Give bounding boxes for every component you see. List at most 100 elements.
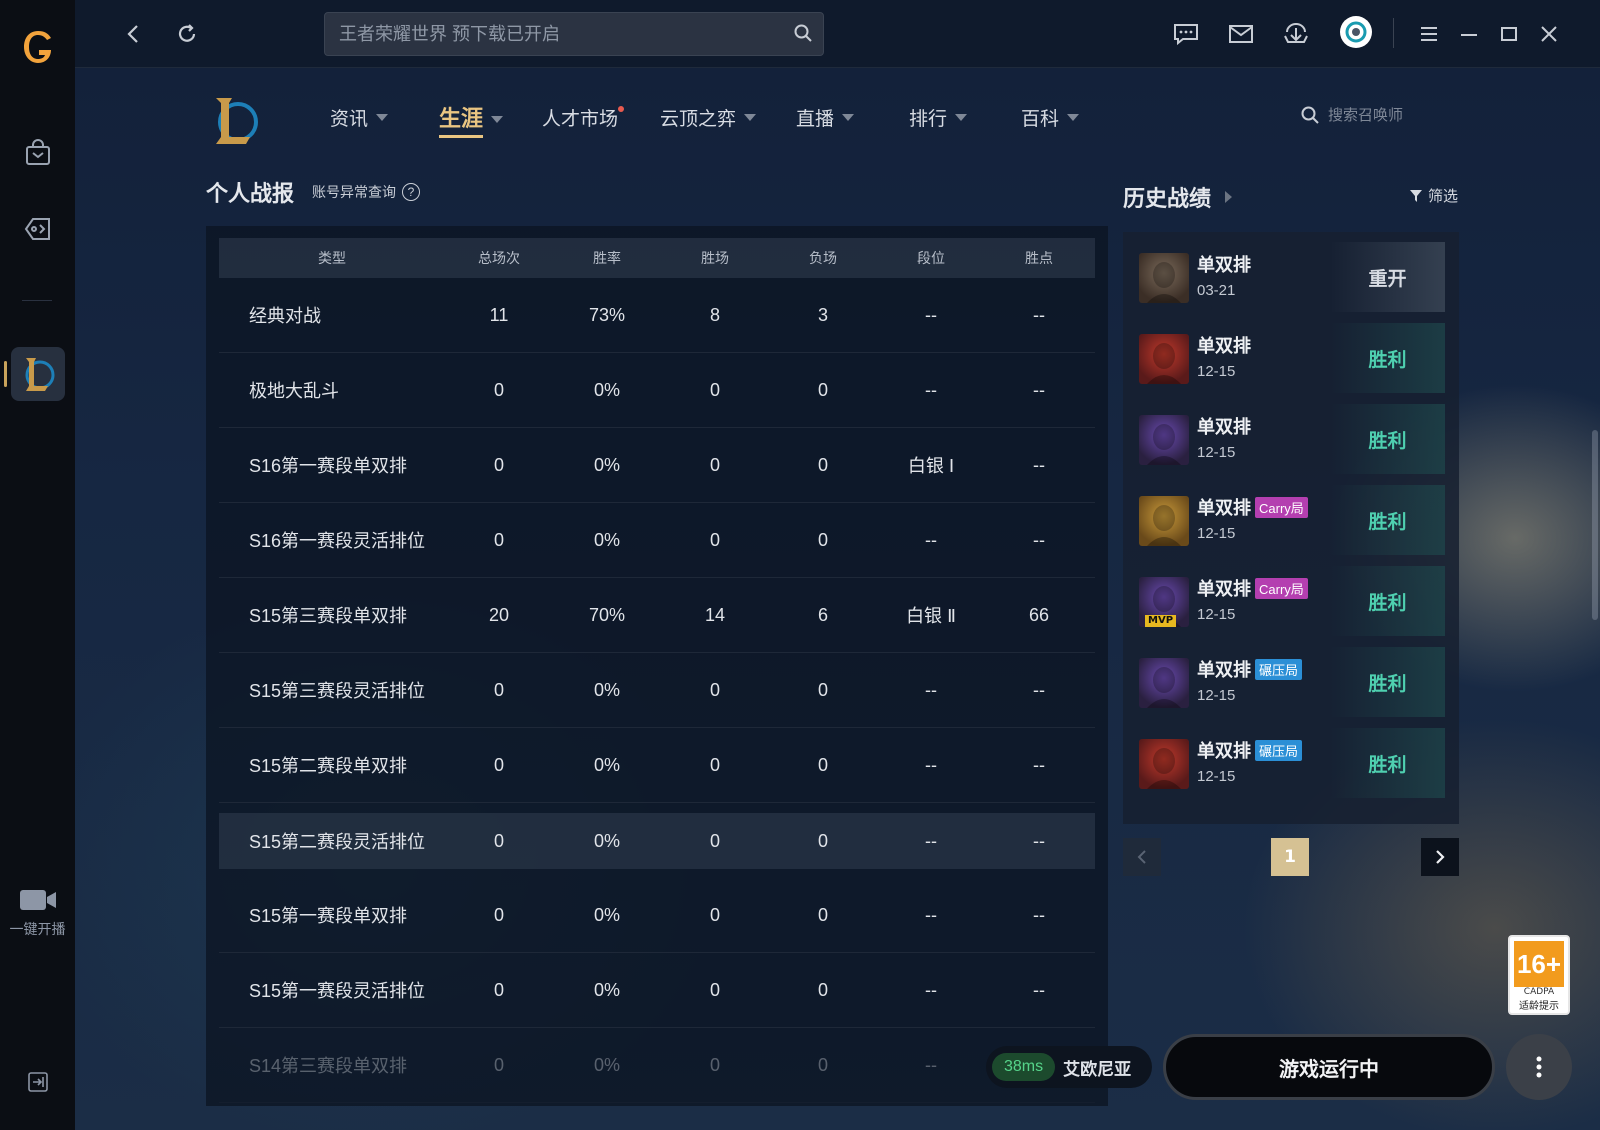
table-cell: 0 [493, 1054, 504, 1075]
nav-career[interactable]: 生涯 [439, 101, 504, 138]
match-tag: 碾压局 [1255, 658, 1303, 680]
mvp-badge: MVP [1145, 615, 1177, 627]
nav-tft[interactable]: 云顶之弈 [660, 104, 757, 131]
table-cell: 0% [593, 679, 620, 700]
champion-portrait [1139, 496, 1189, 546]
table-cell: 0 [493, 830, 504, 851]
table-row[interactable]: 经典对战 11 73% 8 3 -- -- [219, 278, 1095, 353]
match-history-item[interactable]: 单双排 12-15 胜利 [1139, 404, 1445, 474]
lol-game-tile[interactable] [0, 346, 75, 402]
nav-news[interactable]: 资讯 [330, 104, 389, 131]
lol-logo-icon[interactable] [210, 92, 260, 150]
row-type-cell: 极地大乱斗 [249, 381, 339, 401]
user-avatar[interactable] [1340, 16, 1372, 48]
table-row[interactable]: 极地大乱斗 0 0% 0 0 -- -- [219, 353, 1095, 428]
back-icon[interactable] [117, 18, 149, 50]
table-cell: 0% [593, 379, 620, 400]
global-search-input[interactable] [339, 23, 759, 45]
col-header: 胜点 [1025, 250, 1053, 266]
table-cell: 14 [704, 604, 726, 625]
search-icon[interactable] [793, 23, 813, 47]
table-cell: -- [1033, 679, 1045, 700]
table-row[interactable]: S16第一赛段灵活排位 0 0% 0 0 -- -- [219, 503, 1095, 578]
match-result: 胜利 [1330, 728, 1445, 798]
table-cell: -- [1033, 904, 1045, 925]
history-title[interactable]: 历史战绩 [1123, 181, 1233, 213]
col-header: 负场 [809, 250, 837, 266]
help-icon[interactable]: ? [402, 183, 420, 201]
table-row[interactable]: S15第一赛段单双排 0 0% 0 0 -- -- [219, 878, 1095, 953]
chat-icon[interactable] [1170, 18, 1202, 50]
col-header: 段位 [917, 250, 945, 266]
page-number[interactable]: 1 [1271, 838, 1309, 876]
match-result: 胜利 [1330, 323, 1445, 393]
collapse-sidebar-icon[interactable] [0, 1068, 75, 1096]
match-history-item[interactable]: 单双排 03-21 重开 [1139, 242, 1445, 312]
refresh-icon[interactable] [171, 18, 203, 50]
prev-page-button[interactable] [1123, 838, 1161, 876]
table-row[interactable]: S15第二赛段灵活排位 0 0% 0 0 -- -- [219, 813, 1095, 869]
app-logo-icon[interactable] [0, 22, 75, 72]
game-tag-icon[interactable] [0, 206, 75, 252]
next-page-button[interactable] [1421, 838, 1459, 876]
table-cell: 0 [817, 830, 828, 851]
table-cell: -- [925, 754, 937, 775]
server-status[interactable]: 38ms 艾欧尼亚 [986, 1046, 1152, 1088]
champion-portrait [1139, 739, 1189, 789]
table-cell: 白银 Ⅰ [907, 456, 955, 476]
table-row[interactable]: S16第一赛段单双排 0 0% 0 0 白银 Ⅰ -- [219, 428, 1095, 503]
match-date: 03-21 [1197, 282, 1236, 299]
search-icon [1301, 106, 1319, 124]
filter-button[interactable]: 筛选 [1409, 185, 1458, 206]
filter-icon [1410, 189, 1422, 202]
one-click-live-button[interactable]: 一键开播 [0, 878, 75, 948]
menu-icon[interactable] [1413, 18, 1445, 50]
more-vertical-icon [1536, 1056, 1542, 1078]
minimize-icon[interactable] [1453, 18, 1485, 50]
row-type-cell: S16第一赛段灵活排位 [249, 531, 426, 551]
table-row[interactable]: S15第一赛段灵活排位 0 0% 0 0 -- -- [219, 953, 1095, 1028]
game-running-button[interactable]: 游戏运行中 [1163, 1034, 1495, 1100]
account-check-link[interactable]: 账号异常查询 ? [312, 182, 420, 202]
summoner-search[interactable]: 搜索召唤师 [1300, 104, 1403, 125]
nav-ranking[interactable]: 排行 [909, 104, 968, 131]
nav-wiki[interactable]: 百科 [1021, 104, 1080, 131]
close-icon[interactable] [1533, 18, 1565, 50]
chevron-left-icon [1137, 850, 1146, 864]
table-cell: 0 [493, 979, 504, 1000]
match-history-item[interactable]: MVP 单双排 Carry局 12-15 胜利 [1139, 566, 1445, 636]
match-history-item[interactable]: 单双排 Carry局 12-15 胜利 [1139, 485, 1445, 555]
table-row[interactable]: S14第三赛段单双排00%00---- [219, 1028, 1095, 1103]
chevron-down-icon [1067, 114, 1080, 121]
mail-icon[interactable] [1225, 18, 1257, 50]
table-row[interactable]: S15第三赛段单双排 20 70% 14 6 白银 Ⅱ 66 [219, 578, 1095, 653]
col-header: 胜场 [701, 250, 729, 266]
table-cell: 6 [817, 604, 828, 625]
table-cell: 0 [817, 454, 828, 475]
chevron-down-icon [376, 114, 389, 121]
table-cell: 8 [709, 304, 720, 325]
nav-live[interactable]: 直播 [796, 104, 855, 131]
champion-portrait [1139, 334, 1189, 384]
table-cell: 66 [1028, 604, 1050, 625]
server-name: 艾欧尼亚 [1063, 1059, 1132, 1079]
store-bag-icon[interactable] [0, 130, 75, 176]
nav-talent-market[interactable]: 人才市场 [542, 104, 624, 131]
maximize-icon[interactable] [1493, 18, 1525, 50]
more-options-button[interactable] [1506, 1034, 1572, 1100]
table-cell: 0 [817, 904, 828, 925]
download-icon[interactable] [1280, 18, 1312, 50]
match-history-item[interactable]: 单双排 碾压局 12-15 胜利 [1139, 728, 1445, 798]
match-history-item[interactable]: 单双排 12-15 胜利 [1139, 323, 1445, 393]
table-cell: 0 [493, 904, 504, 925]
col-header: 类型 [318, 250, 346, 266]
ping-badge: 38ms [992, 1053, 1056, 1081]
table-row[interactable]: S15第二赛段单双排 0 0% 0 0 -- -- [219, 728, 1095, 803]
table-cell: -- [1033, 979, 1045, 1000]
champion-portrait [1139, 658, 1189, 708]
table-cell: 0 [493, 379, 504, 400]
match-history-item[interactable]: 单双排 碾压局 12-15 胜利 [1139, 647, 1445, 717]
scrollbar[interactable] [1592, 430, 1598, 620]
table-row[interactable]: S15第三赛段灵活排位 0 0% 0 0 -- -- [219, 653, 1095, 728]
top-bar [75, 0, 1600, 68]
